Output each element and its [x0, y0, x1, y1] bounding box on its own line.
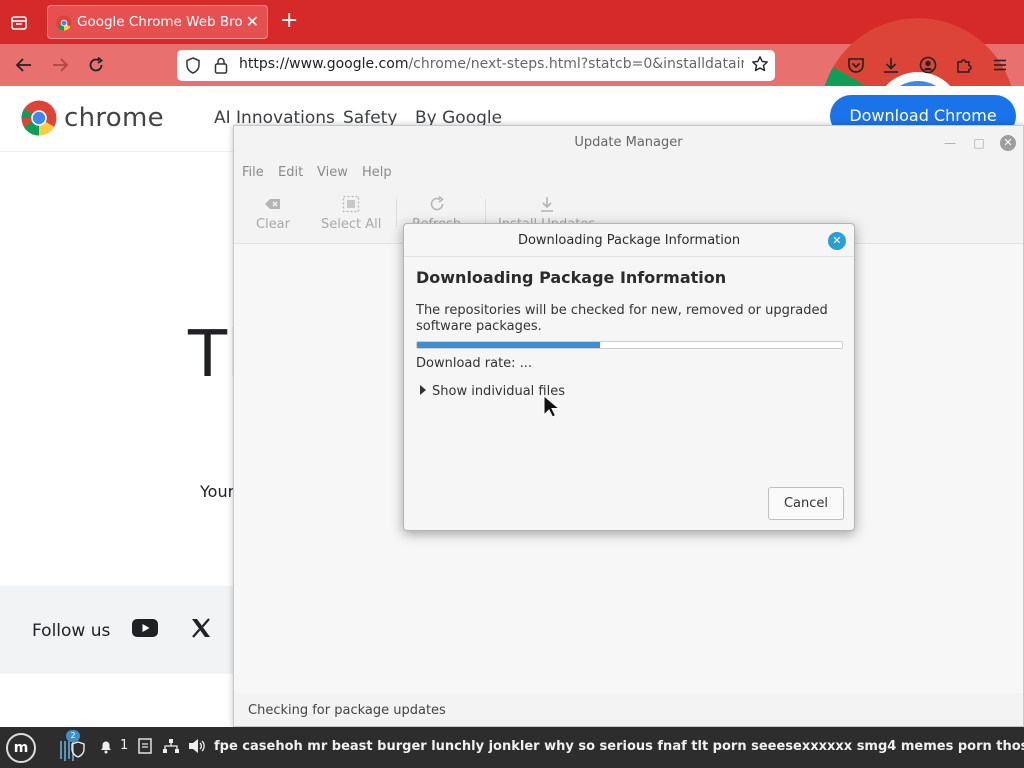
cancel-button[interactable]: Cancel [768, 487, 844, 520]
download-rate: Download rate: ... [416, 356, 533, 371]
plus-icon[interactable]: + [280, 8, 298, 34]
dialog-heading: Downloading Package Information [416, 268, 727, 287]
download-icon[interactable] [882, 56, 902, 76]
url-bar[interactable]: https://www.google.com/chrome/next-steps… [177, 50, 775, 81]
maximize-icon[interactable]: □ [971, 135, 987, 151]
account-icon[interactable] [919, 56, 939, 76]
x-logo-icon[interactable] [190, 617, 212, 643]
mint-menu-icon[interactable]: m [6, 733, 36, 763]
lock-icon[interactable] [213, 57, 229, 78]
close-icon[interactable]: ✕ [246, 12, 259, 32]
chrome-favicon-icon [56, 15, 72, 31]
reload-icon[interactable] [83, 52, 109, 78]
clear-icon [264, 195, 282, 213]
menu-icon[interactable] [991, 56, 1011, 76]
taskbar: m 2 1 fpe casehoh mr beast burger lunchl… [0, 727, 1024, 768]
chrome-logo-icon[interactable] [21, 100, 57, 136]
notes-icon[interactable] [138, 738, 152, 758]
select-all-button[interactable]: Select All [321, 195, 381, 232]
menu-edit[interactable]: Edit [278, 165, 303, 180]
window-title: Update Manager [574, 135, 683, 150]
scrolling-text-applet: fpe casehoh mr beast burger lunchly jonk… [214, 739, 1024, 754]
forward-arrow-icon[interactable] [47, 52, 73, 78]
pocket-icon[interactable] [847, 56, 867, 76]
dialog-title: Downloading Package Information [404, 224, 854, 257]
clear-button[interactable]: Clear [256, 195, 290, 232]
notification-badge: 2 [66, 730, 80, 742]
menu-file[interactable]: File [242, 165, 264, 180]
menu-view[interactable]: View [317, 165, 348, 180]
toolbar-separator [396, 199, 397, 227]
youtube-icon[interactable] [132, 618, 158, 642]
minimize-icon[interactable]: — [942, 135, 958, 151]
star-icon[interactable] [751, 55, 769, 77]
dialog-message: The repositories will be checked for new… [416, 303, 828, 334]
download-icon [538, 195, 556, 213]
clear-label: Clear [256, 217, 290, 232]
volume-icon[interactable] [188, 738, 206, 758]
url-path: /chrome/next-steps.html?statcb=0&install… [408, 56, 744, 72]
chrome-wordmark[interactable]: chrome [64, 103, 164, 133]
extensions-icon[interactable] [955, 56, 975, 76]
hero-subtext: Your [200, 482, 235, 501]
progress-fill [417, 342, 600, 348]
status-text: Checking for package updates [248, 703, 446, 718]
expander-arrow-icon [420, 385, 426, 395]
progress-bar [416, 341, 843, 349]
back-arrow-icon[interactable] [11, 52, 37, 78]
bell-icon[interactable] [98, 738, 114, 758]
tab-title: Google Chrome Web Browser [77, 14, 242, 30]
select-all-icon [342, 195, 360, 213]
follow-us-label: Follow us [32, 621, 111, 641]
close-icon[interactable]: ✕ [828, 232, 846, 250]
url-host: https://www.google.com [239, 56, 409, 72]
network-icon[interactable] [162, 738, 180, 758]
mouse-pointer-icon [543, 394, 561, 423]
taskbar-app-icon[interactable] [58, 739, 92, 765]
browser-tab[interactable]: Google Chrome Web Browser ✕ [47, 5, 268, 39]
close-icon[interactable]: ✕ [1000, 135, 1016, 151]
tab-overview-icon[interactable] [8, 11, 30, 33]
download-progress-dialog: Downloading Package Information ✕ Downlo… [403, 223, 855, 531]
workspace-indicator[interactable]: 1 [120, 738, 128, 753]
menu-help[interactable]: Help [362, 165, 392, 180]
refresh-icon [428, 195, 446, 213]
url-text[interactable]: https://www.google.com/chrome/next-steps… [239, 56, 744, 72]
shield-icon[interactable] [185, 57, 201, 78]
select-all-label: Select All [321, 217, 382, 232]
